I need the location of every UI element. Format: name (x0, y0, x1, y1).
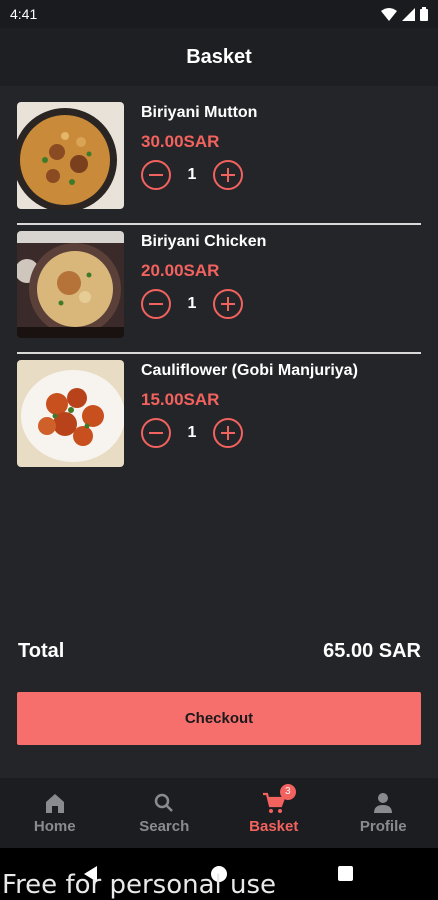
basket-item: Biriyani Mutton 30.00SAR 1 (0, 96, 438, 225)
nav-label: Basket (249, 817, 299, 835)
checkout-label: Checkout (184, 710, 254, 727)
basket-list: Biriyani Mutton 30.00SAR 1 Biriyani Chic… (0, 96, 438, 483)
nav-label: Home (33, 817, 76, 835)
battery-icon (420, 7, 428, 21)
search-icon (155, 793, 174, 812)
quantity-stepper: 1 (141, 289, 243, 319)
basket-item: Cauliflower (Gobi Manjuriya) 15.00SAR 1 (0, 354, 438, 483)
item-price: 15.00SAR (141, 390, 220, 409)
biriyani-mutton-image (17, 102, 124, 209)
cart-icon-wrap: 3 (262, 783, 296, 814)
increase-button[interactable] (213, 160, 243, 190)
quantity-value: 1 (187, 295, 197, 312)
gobi-manjuriya-image (17, 360, 124, 467)
cart-badge: 3 (279, 783, 296, 800)
person-icon (374, 792, 393, 813)
item-name: Biriyani Mutton (141, 104, 258, 121)
increase-button[interactable] (213, 418, 243, 448)
item-price: 30.00SAR (141, 132, 220, 151)
nav-home[interactable]: Home (0, 778, 110, 848)
biriyani-chicken-image (17, 231, 124, 338)
nav-search[interactable]: Search (110, 778, 220, 848)
item-name: Cauliflower (Gobi Manjuriya) (141, 362, 358, 379)
nav-label: Search (139, 817, 190, 835)
status-bar: 4:41 (0, 0, 438, 28)
basket-item: Biriyani Chicken 20.00SAR 1 (0, 225, 438, 354)
recents-icon[interactable] (338, 866, 353, 881)
item-name: Biriyani Chicken (141, 233, 267, 250)
status-icons (381, 7, 428, 21)
status-time: 4:41 (10, 6, 38, 22)
home-icon (45, 793, 64, 813)
watermark: Free for personal use (2, 870, 277, 900)
decrease-button[interactable] (141, 289, 171, 319)
nav-profile[interactable]: Profile (329, 778, 438, 848)
quantity-value: 1 (187, 166, 197, 183)
signal-icon (402, 7, 415, 21)
app-bar: Basket (0, 28, 438, 86)
bottom-nav: Home Search 3 Basket Profile (0, 778, 438, 848)
total-row: Total 65.00 SAR (18, 640, 421, 663)
increase-button[interactable] (213, 289, 243, 319)
total-label: Total (18, 640, 65, 662)
page-title: Basket (186, 45, 252, 68)
basket-screen: 4:41 Basket Biriyani Mutton 30.00SAR 1 B… (0, 0, 438, 900)
decrease-button[interactable] (141, 160, 171, 190)
quantity-stepper: 1 (141, 418, 243, 448)
wifi-icon (381, 7, 397, 21)
quantity-value: 1 (187, 424, 197, 441)
decrease-button[interactable] (141, 418, 171, 448)
nav-basket[interactable]: 3 Basket (219, 778, 329, 848)
quantity-stepper: 1 (141, 160, 243, 190)
total-value: 65.00 SAR (323, 640, 421, 662)
item-price: 20.00SAR (141, 261, 220, 280)
checkout-button[interactable]: Checkout (17, 692, 421, 745)
nav-label: Profile (359, 817, 407, 835)
